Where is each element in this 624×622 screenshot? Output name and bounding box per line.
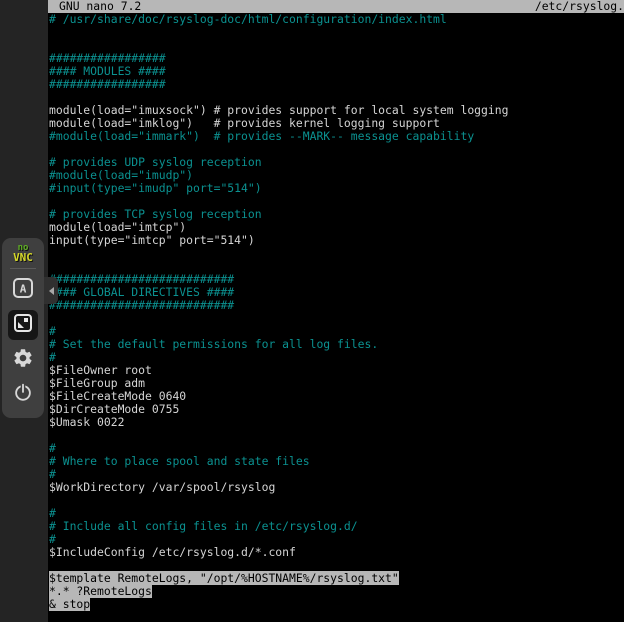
power-icon: [12, 381, 34, 407]
terminal-line: # Where to place spool and state files: [49, 455, 624, 468]
power-button[interactable]: [8, 380, 38, 408]
terminal-line: #################: [49, 78, 624, 91]
terminal-line: [49, 429, 624, 442]
terminal-line: & stop: [49, 598, 624, 611]
terminal-line: [49, 26, 624, 39]
gear-icon: [12, 347, 34, 373]
fullscreen-icon: [11, 311, 35, 339]
novnc-control-bar: no VNC A: [2, 238, 44, 418]
nano-version: GNU nano 7.2: [48, 0, 141, 13]
panel-divider: [10, 268, 36, 269]
terminal-line: [49, 247, 624, 260]
settings-button[interactable]: [8, 346, 38, 374]
clipboard-button[interactable]: A: [8, 276, 38, 304]
terminal-line: # /usr/share/doc/rsyslog-doc/html/config…: [49, 13, 624, 26]
terminal-line: $DirCreateMode 0755: [49, 403, 624, 416]
terminal-line: ###########################: [49, 299, 624, 312]
terminal-line: #module(load="immark") # provides --MARK…: [49, 130, 624, 143]
novnc-viewport: GNU nano 7.2 /etc/rsyslog. # /usr/share/…: [0, 0, 624, 622]
terminal-line: # Include all config files in /etc/rsysl…: [49, 520, 624, 533]
terminal-line: # Set the default permissions for all lo…: [49, 338, 624, 351]
terminal-line: $Umask 0022: [49, 416, 624, 429]
terminal-line: [49, 494, 624, 507]
fullscreen-button[interactable]: [8, 310, 38, 340]
novnc-logo-vnc: VNC: [13, 253, 33, 262]
terminal-line: input(type="imtcp" port="514"): [49, 234, 624, 247]
terminal-line: $WorkDirectory /var/spool/rsyslog: [49, 481, 624, 494]
terminal-line: #input(type="imudp" port="514"): [49, 182, 624, 195]
novnc-logo: no VNC: [13, 244, 33, 262]
nano-filename: /etc/rsyslog.: [535, 0, 624, 13]
terminal-content[interactable]: # /usr/share/doc/rsyslog-doc/html/config…: [49, 13, 624, 622]
collapse-arrow-icon: [49, 287, 54, 295]
a-key-icon: A: [11, 276, 35, 304]
terminal-line: *.* ?RemoteLogs: [49, 585, 624, 598]
terminal-line: $IncludeConfig /etc/rsyslog.d/*.conf: [49, 546, 624, 559]
control-bar-handle[interactable]: [44, 277, 58, 304]
nano-titlebar: GNU nano 7.2 /etc/rsyslog.: [48, 0, 624, 13]
svg-text:A: A: [20, 283, 27, 296]
terminal-line: [49, 312, 624, 325]
terminal-screen[interactable]: GNU nano 7.2 /etc/rsyslog. # /usr/share/…: [48, 0, 624, 622]
